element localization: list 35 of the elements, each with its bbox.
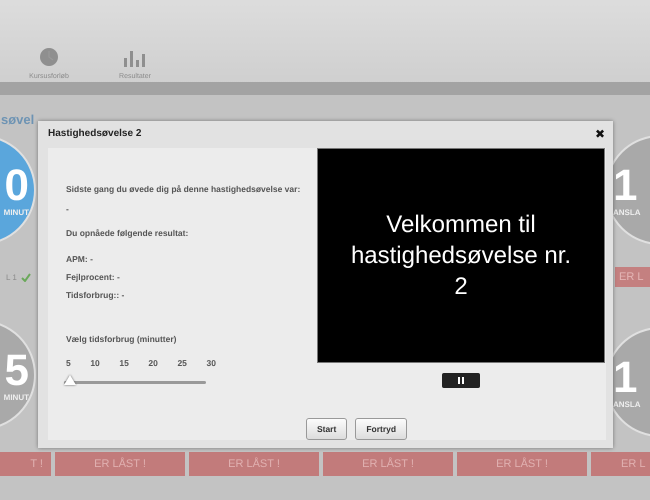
dialog-button[interactable]: Fortryd (355, 418, 408, 440)
result-line: APM: - (66, 254, 94, 264)
tick-label: 20 (148, 358, 158, 368)
result-line: Tidsforbrug:: - (66, 290, 126, 300)
tile-unit: MINUT (4, 392, 29, 402)
tick-label: 15 (119, 358, 129, 368)
tile-unit: ANSLA (613, 208, 641, 216)
section-heading: søvel (1, 112, 36, 127)
slider-label: Vælg tidsforbrug (minutter) (66, 334, 178, 344)
pause-icon (458, 377, 464, 384)
tile-number: 5 (4, 348, 29, 392)
tick-label: 25 (177, 358, 187, 368)
level-label: L 1 (6, 273, 17, 282)
check-icon (20, 273, 31, 282)
clock-icon (39, 47, 59, 67)
dialog-button[interactable]: Start (306, 418, 348, 440)
tile-number: 1 (613, 164, 638, 208)
tick-label: 10 (90, 358, 100, 368)
video-text: Velkommen til hastighedsøvelse nr. 2 (350, 210, 572, 302)
close-button[interactable]: ✖ (595, 126, 605, 140)
result-heading: Du opnåede følgende resultat: (66, 228, 190, 238)
last-practice-value: - (66, 204, 70, 214)
pause-button[interactable] (442, 373, 480, 388)
result-line: Fejlprocent: - (66, 272, 121, 282)
bar-chart-icon (123, 49, 147, 67)
tick-label: 30 (206, 358, 216, 368)
last-practice-text: Sidste gang du øvede dig på denne hastighedsøvelse var: (66, 184, 302, 194)
time-slider[interactable] (64, 374, 206, 386)
tile-unit: MINUT (4, 208, 29, 216)
tile-unit: ANSLA (613, 400, 641, 408)
tile-number: 0 (4, 164, 29, 208)
dialog-title: Hastighedsøvelse 2 (48, 128, 142, 139)
tick-label: 5 (66, 358, 71, 368)
slider-thumb[interactable] (64, 375, 76, 385)
tile-number: 1 (613, 356, 638, 400)
